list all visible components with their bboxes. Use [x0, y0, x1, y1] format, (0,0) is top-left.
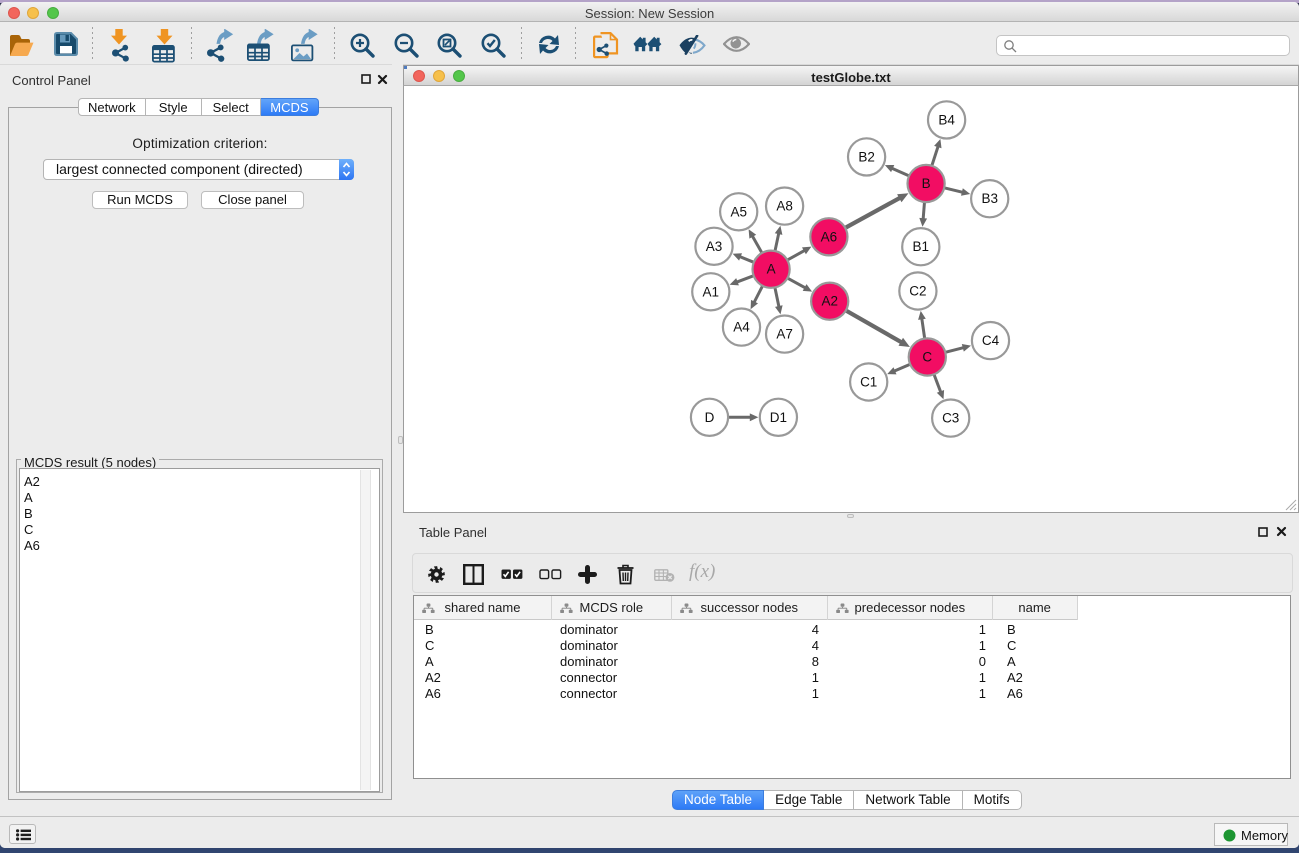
svg-text:B4: B4 [938, 112, 955, 127]
svg-text:A: A [767, 262, 776, 277]
svg-text:C4: C4 [982, 333, 1000, 348]
svg-text:A2: A2 [821, 294, 838, 309]
svg-text:A7: A7 [776, 327, 793, 342]
svg-text:A4: A4 [733, 320, 750, 335]
svg-text:A8: A8 [776, 199, 793, 214]
svg-text:D: D [705, 410, 715, 425]
svg-text:A5: A5 [730, 204, 747, 219]
svg-text:C1: C1 [860, 375, 877, 390]
svg-text:D1: D1 [770, 410, 787, 425]
svg-text:C: C [922, 350, 932, 365]
svg-text:B3: B3 [981, 191, 998, 206]
svg-text:C3: C3 [942, 411, 959, 426]
svg-text:A6: A6 [821, 229, 838, 244]
svg-text:B2: B2 [858, 149, 875, 164]
svg-text:C2: C2 [909, 284, 926, 299]
svg-text:B1: B1 [913, 239, 930, 254]
svg-text:B: B [922, 176, 931, 191]
svg-text:A3: A3 [706, 239, 723, 254]
svg-text:A1: A1 [703, 284, 720, 299]
